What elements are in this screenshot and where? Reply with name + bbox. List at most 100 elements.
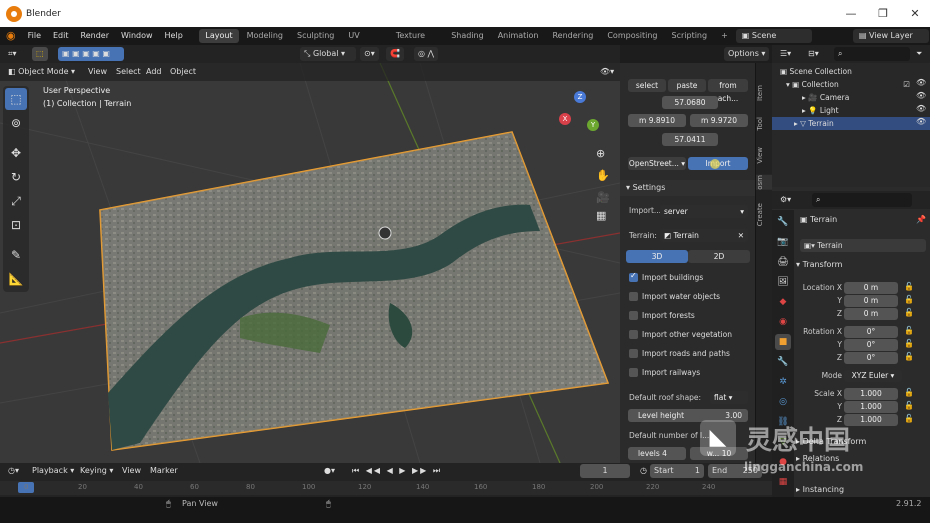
from-attr-button[interactable]: from ach... bbox=[708, 79, 748, 103]
eye-icon[interactable]: 👁 bbox=[916, 78, 926, 87]
menu-view[interactable]: View bbox=[84, 65, 111, 79]
import-buildings-checkbox[interactable]: Import buildings bbox=[629, 271, 703, 284]
mode-2d-button[interactable]: 2D bbox=[688, 250, 750, 263]
import-railways-checkbox[interactable]: Import railways bbox=[629, 366, 700, 379]
instancing-header[interactable]: ▸ Instancing bbox=[796, 485, 844, 494]
modifier-props-icon[interactable]: 🔧 bbox=[775, 354, 791, 370]
camera-view-icon[interactable]: 🎥 bbox=[596, 191, 610, 204]
rotation-x-field[interactable]: 0° bbox=[844, 326, 898, 338]
move-tool-icon[interactable]: ✥ bbox=[5, 142, 27, 164]
import-source-dropdown[interactable]: server ▾ bbox=[660, 205, 748, 218]
lock-icon[interactable]: 🔓 bbox=[904, 295, 914, 304]
tab-modeling[interactable]: Modeling bbox=[241, 29, 289, 43]
object-data-selector[interactable]: ▣▾ Terrain bbox=[800, 239, 926, 252]
lock-icon[interactable]: 🔓 bbox=[904, 339, 914, 348]
rotation-z-field[interactable]: 0° bbox=[844, 352, 898, 364]
scale-y-field[interactable]: 1.000 bbox=[844, 401, 898, 413]
clear-icon[interactable]: ✕ bbox=[738, 229, 744, 242]
outliner-row-scene[interactable]: ▣ Scene Collection bbox=[772, 65, 930, 78]
playback-controls[interactable]: ⏮ ◀◀ ◀ ▶ ▶▶ ⏭ bbox=[348, 464, 440, 478]
lock-icon[interactable]: 🔓 bbox=[904, 401, 914, 410]
clock-icon[interactable]: ◷ bbox=[636, 464, 651, 478]
roof-shape-dropdown[interactable]: flat ▾ bbox=[710, 391, 748, 404]
eye-icon[interactable]: 👁 bbox=[916, 104, 926, 113]
pin-icon[interactable]: 📌 bbox=[916, 215, 926, 224]
menu-object[interactable]: Object bbox=[166, 65, 200, 79]
import-vegetation-checkbox[interactable]: Import other vegetation bbox=[629, 328, 732, 341]
tab-tool[interactable]: Tool bbox=[756, 117, 773, 131]
tab-animation[interactable]: Animation bbox=[492, 29, 545, 43]
material-props-icon[interactable]: ● bbox=[775, 454, 791, 470]
view-layer-selector[interactable]: ▤ View Layer bbox=[852, 29, 929, 43]
scale-x-field[interactable]: 1.000 bbox=[844, 388, 898, 400]
view-layer-props-icon[interactable]: 🖼 bbox=[775, 274, 791, 290]
lock-icon[interactable]: 🔓 bbox=[904, 388, 914, 397]
location-z-field[interactable]: 0 m bbox=[844, 308, 898, 320]
filter-icon[interactable]: ⏷ bbox=[912, 47, 926, 61]
rotation-mode-dropdown[interactable]: XYZ Euler ▾ bbox=[844, 370, 902, 382]
tab-scripting[interactable]: Scripting bbox=[666, 29, 714, 43]
ortho-grid-icon[interactable]: ▦ bbox=[596, 209, 606, 222]
transform-orientation-dropdown[interactable]: ⤡ Global ▾ bbox=[300, 47, 356, 61]
add-workspace-button[interactable]: + bbox=[715, 29, 734, 43]
levels-field[interactable]: levels 4 bbox=[628, 447, 686, 460]
measure-tool-icon[interactable]: 📐 bbox=[5, 268, 27, 290]
delta-transform-header[interactable]: ▸ Delta Transform bbox=[796, 437, 866, 446]
constraints-props-icon[interactable]: ⛓ bbox=[775, 414, 791, 430]
3d-viewport[interactable]: User Perspective (1) Collection | Terrai… bbox=[0, 63, 620, 463]
gizmo-x-icon[interactable]: X bbox=[559, 113, 571, 125]
properties-editor-icon[interactable]: ⚙▾ bbox=[776, 193, 795, 207]
coord-right-field[interactable]: m 9.9720 bbox=[690, 114, 748, 127]
proportional-edit-icon[interactable]: ◎ ⋀ bbox=[414, 47, 439, 61]
maximize-button[interactable]: ❐ bbox=[868, 0, 898, 27]
wiggle-field[interactable]: w... 10 bbox=[690, 447, 748, 460]
relations-header[interactable]: ▸ Relations bbox=[796, 454, 839, 463]
zoom-icon[interactable]: ⊕ bbox=[596, 147, 605, 160]
outliner-row-light[interactable]: ▸ 💡 Light bbox=[772, 104, 930, 117]
minimize-button[interactable]: — bbox=[836, 0, 866, 27]
settings-panel-header[interactable]: ▾ Settings bbox=[620, 180, 755, 196]
render-props-icon[interactable]: 📷 bbox=[775, 234, 791, 250]
particles-props-icon[interactable]: ✲ bbox=[775, 374, 791, 390]
eye-icon[interactable]: 👁 bbox=[916, 91, 926, 100]
location-y-field[interactable]: 0 m bbox=[844, 295, 898, 307]
coord-left-field[interactable]: m 9.8910 bbox=[628, 114, 686, 127]
start-frame-field[interactable]: Start 1 bbox=[650, 464, 704, 478]
display-mode-icon[interactable]: ⊟▾ bbox=[804, 47, 823, 61]
tab-compositing[interactable]: Compositing bbox=[601, 29, 663, 43]
scale-z-field[interactable]: 1.000 bbox=[844, 414, 898, 426]
level-height-field[interactable]: Level height 3.00 bbox=[628, 409, 748, 422]
menu-render[interactable]: Render bbox=[75, 27, 115, 45]
navigation-gizmo[interactable]: Z X Y bbox=[555, 91, 605, 141]
tab-rendering[interactable]: Rendering bbox=[546, 29, 599, 43]
properties-search-input[interactable]: ⌕ bbox=[812, 193, 912, 207]
scale-tool-icon[interactable]: ⤢ bbox=[5, 190, 27, 212]
keying-menu[interactable]: Keying ▾ bbox=[76, 464, 117, 478]
outliner-row-collection[interactable]: ▾ ▣ Collection ☑ bbox=[772, 78, 930, 91]
tab-texture-paint[interactable]: Texture Paint bbox=[390, 29, 443, 54]
gizmo-z-icon[interactable]: Z bbox=[574, 91, 586, 103]
lock-icon[interactable]: 🔓 bbox=[904, 414, 914, 423]
timeline-view-menu[interactable]: View bbox=[118, 464, 145, 478]
blender-menu-icon[interactable]: ◉ bbox=[0, 27, 22, 45]
visibility-icon[interactable]: 👁▾ bbox=[596, 65, 618, 79]
lock-icon[interactable]: 🔓 bbox=[904, 326, 914, 335]
timeline-ruler[interactable]: 0 20 40 60 80 100 120 140 160 180 200 22… bbox=[0, 481, 772, 495]
object-name-row[interactable]: ▣ Terrain bbox=[800, 215, 837, 224]
current-frame-field[interactable]: 1 bbox=[580, 464, 630, 478]
transform-header[interactable]: ▾ Transform bbox=[796, 260, 842, 269]
rotate-tool-icon[interactable]: ↻ bbox=[5, 166, 27, 188]
world-props-icon[interactable]: ◉ bbox=[775, 314, 791, 330]
record-icon[interactable]: ●▾ bbox=[320, 464, 339, 478]
object-props-icon[interactable]: ■ bbox=[775, 334, 791, 350]
tab-sculpting[interactable]: Sculpting bbox=[291, 29, 340, 43]
tab-item[interactable]: Item bbox=[756, 85, 773, 101]
tab-layout[interactable]: Layout bbox=[199, 29, 239, 43]
lock-icon[interactable]: 🔓 bbox=[904, 308, 914, 317]
marker-menu[interactable]: Marker bbox=[146, 464, 182, 478]
scene-selector[interactable]: ▣ Scene bbox=[735, 29, 812, 43]
paste-button[interactable]: paste bbox=[668, 79, 706, 92]
menu-edit[interactable]: Edit bbox=[47, 27, 75, 45]
eye-icon[interactable]: 👁 bbox=[916, 117, 926, 126]
transform-tool-icon[interactable]: ⊡ bbox=[5, 214, 27, 236]
